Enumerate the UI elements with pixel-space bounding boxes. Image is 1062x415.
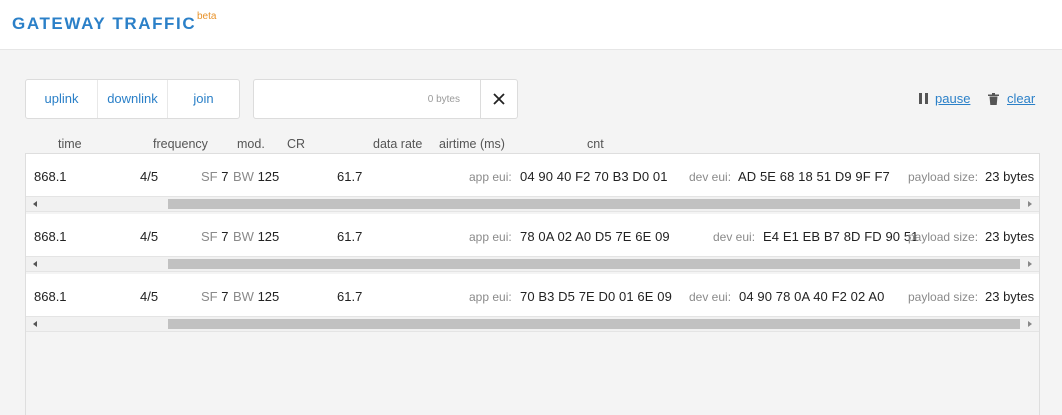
bandwidth-cell: BW 125: [233, 229, 279, 244]
scroll-left-arrow-icon[interactable]: [33, 201, 37, 207]
spreading-factor-cell: SF 7: [201, 169, 228, 184]
traffic-row[interactable]: 868.1 4/5 SF 7 BW 125 61.7 app eui: 70 B…: [26, 274, 1039, 332]
cr-cell: 4/5: [140, 169, 159, 184]
pause-button[interactable]: pause: [919, 91, 970, 106]
scrollbar-thumb[interactable]: [168, 319, 1020, 329]
scroll-right-arrow-icon[interactable]: [1028, 321, 1032, 327]
scroll-left-arrow-icon[interactable]: [33, 321, 37, 327]
traffic-list: 868.1 4/5 SF 7 BW 125 61.7 app eui: 04 9…: [25, 153, 1040, 415]
spreading-factor-cell: SF 7: [201, 229, 228, 244]
payload-size-value: 23 bytes: [985, 289, 1035, 304]
frequency-cell: 868.1: [34, 289, 67, 304]
column-header-data-rate: data rate: [373, 137, 423, 151]
bw-label: BW: [233, 229, 254, 244]
bandwidth-cell: BW 125: [233, 289, 279, 304]
sf-value: 7: [221, 169, 229, 184]
dev-eui-value: 04 90 78 0A 40 F2 02 A0: [739, 289, 885, 304]
bandwidth-cell: BW 125: [233, 169, 279, 184]
scroll-right-arrow-icon[interactable]: [1028, 261, 1032, 267]
app-eui-value: 04 90 40 F2 70 B3 D0 01: [520, 169, 668, 184]
sf-label: SF: [201, 289, 218, 304]
scrollbar-thumb[interactable]: [168, 259, 1020, 269]
bw-label: BW: [233, 289, 254, 304]
column-header-time: time: [58, 137, 82, 151]
cr-cell: 4/5: [140, 229, 159, 244]
beta-badge: beta: [197, 11, 217, 22]
horizontal-scrollbar[interactable]: [26, 256, 1039, 272]
pause-icon: [919, 93, 928, 104]
message-type-filter: uplink downlink join: [25, 79, 240, 119]
app-eui-value: 78 0A 02 A0 D5 7E 6E 09: [520, 229, 670, 244]
app-eui-label: app eui:: [469, 290, 512, 304]
row-content: 868.1 4/5 SF 7 BW 125 61.7 app eui: 78 0…: [26, 214, 1039, 256]
traffic-row[interactable]: 868.1 4/5 SF 7 BW 125 61.7 app eui: 78 0…: [26, 214, 1039, 272]
payload-size-label: payload size:: [908, 170, 979, 184]
sf-value: 7: [221, 229, 229, 244]
dev-eui-value: AD 5E 68 18 51 D9 9F F7: [738, 169, 890, 184]
dev-eui-label: dev eui:: [689, 290, 732, 304]
sf-label: SF: [201, 169, 218, 184]
column-header-airtime: airtime (ms): [439, 137, 505, 151]
column-header-modulation: mod.: [237, 137, 265, 151]
airtime-cell: 61.7: [337, 229, 363, 244]
horizontal-scrollbar[interactable]: [26, 316, 1039, 332]
clear-label: clear: [1007, 91, 1036, 106]
pause-label: pause: [935, 91, 971, 106]
clear-button[interactable]: clear: [988, 91, 1035, 106]
clear-search-button[interactable]: [481, 80, 517, 118]
spreading-factor-cell: SF 7: [201, 289, 228, 304]
scrollbar-thumb[interactable]: [168, 199, 1020, 209]
trash-icon: [988, 92, 999, 105]
traffic-row[interactable]: 868.1 4/5 SF 7 BW 125 61.7 app eui: 04 9…: [26, 154, 1039, 212]
bw-value: 125: [257, 229, 280, 244]
app-eui-label: app eui:: [469, 230, 512, 244]
cr-cell: 4/5: [140, 289, 159, 304]
scroll-left-arrow-icon[interactable]: [33, 261, 37, 267]
payload-size-label: payload size:: [908, 230, 979, 244]
bw-value: 125: [257, 289, 280, 304]
column-header-cnt: cnt: [587, 137, 604, 151]
app-eui-value: 70 B3 D5 7E D0 01 6E 09: [520, 289, 672, 304]
app-eui-label: app eui:: [469, 170, 512, 184]
bw-label: BW: [233, 169, 254, 184]
bw-value: 125: [257, 169, 280, 184]
row-content: 868.1 4/5 SF 7 BW 125 61.7 app eui: 70 B…: [26, 274, 1039, 316]
sf-value: 7: [221, 289, 229, 304]
column-header-frequency: frequency: [153, 137, 208, 151]
join-filter-button[interactable]: join: [168, 80, 239, 118]
payload-size-value: 23 bytes: [985, 169, 1035, 184]
frequency-cell: 868.1: [34, 229, 67, 244]
frequency-cell: 868.1: [34, 169, 67, 184]
dev-eui-label: dev eui:: [689, 170, 732, 184]
sf-label: SF: [201, 229, 218, 244]
search-box: [253, 79, 518, 119]
search-input[interactable]: [254, 80, 470, 118]
horizontal-scrollbar[interactable]: [26, 196, 1039, 212]
downlink-filter-button[interactable]: downlink: [98, 80, 168, 118]
uplink-filter-button[interactable]: uplink: [26, 80, 98, 118]
airtime-cell: 61.7: [337, 169, 363, 184]
column-header-cr: CR: [287, 137, 306, 151]
page-header: GATEWAY TRAFFIC beta: [0, 0, 1062, 50]
payload-size-value: 23 bytes: [985, 229, 1035, 244]
airtime-cell: 61.7: [337, 289, 363, 304]
page-title: GATEWAY TRAFFIC: [12, 14, 197, 33]
dev-eui-label: dev eui:: [713, 230, 756, 244]
payload-size-label: payload size:: [908, 290, 979, 304]
scroll-right-arrow-icon[interactable]: [1028, 201, 1032, 207]
close-icon: [493, 93, 505, 105]
row-content: 868.1 4/5 SF 7 BW 125 61.7 app eui: 04 9…: [26, 154, 1039, 196]
dev-eui-value: E4 E1 EB B7 8D FD 90 51: [763, 229, 919, 244]
